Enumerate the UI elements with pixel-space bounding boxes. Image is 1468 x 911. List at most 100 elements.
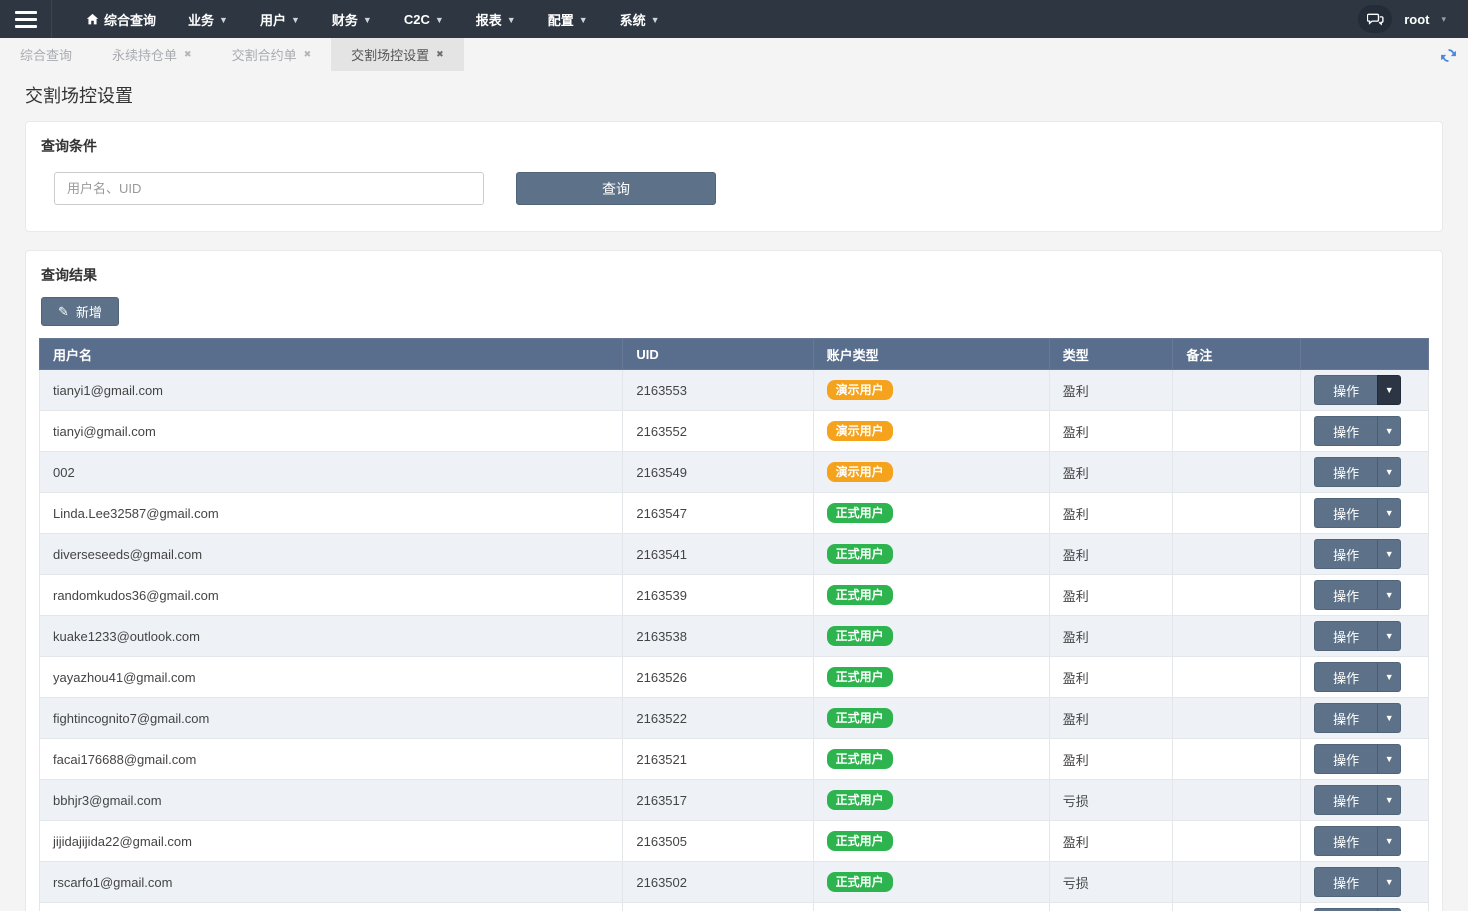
table-row: diverseseeds@gmail.com2163541正式用户盈利操作▼ — [40, 534, 1429, 575]
action-dropdown-button[interactable]: ▼ — [1377, 375, 1401, 405]
action-button[interactable]: 操作 — [1314, 498, 1377, 528]
refresh-button[interactable] — [1436, 43, 1460, 67]
close-icon[interactable]: ✖ — [436, 49, 444, 60]
remark-cell — [1173, 616, 1301, 657]
search-input[interactable] — [54, 172, 484, 205]
action-button[interactable]: 操作 — [1314, 621, 1377, 651]
add-button[interactable]: ✎ 新增 — [41, 297, 119, 326]
action-dropdown-button[interactable]: ▼ — [1377, 867, 1401, 897]
results-table: 用户名UID账户类型类型备注 tianyi1@gmail.com2163553演… — [39, 338, 1429, 911]
user-menu[interactable]: root — [1404, 12, 1429, 27]
nav-item-label: 系统 — [620, 10, 646, 29]
table-row: rscarfo1@gmail.com2163502正式用户亏损操作▼ — [40, 862, 1429, 903]
action-dropdown-button[interactable]: ▼ — [1377, 457, 1401, 487]
action-button[interactable]: 操作 — [1314, 826, 1377, 856]
search-button[interactable]: 查询 — [516, 172, 716, 205]
account-type-badge: 正式用户 — [827, 544, 893, 564]
home-icon — [86, 13, 99, 26]
type-cell: 盈利 — [1049, 657, 1173, 698]
account-type-badge: 演示用户 — [827, 462, 893, 482]
nav-item-label: 用户 — [260, 10, 286, 29]
column-header — [1301, 339, 1429, 370]
table-row: facai176688@gmail.com2163521正式用户盈利操作▼ — [40, 739, 1429, 780]
nav-item-0[interactable]: 综合查询 — [74, 0, 168, 38]
column-header: 类型 — [1049, 339, 1173, 370]
remark-cell — [1173, 739, 1301, 780]
tab-0[interactable]: 综合查询 — [0, 38, 92, 71]
account-type-badge: 正式用户 — [827, 503, 893, 523]
nav-item-5[interactable]: 报表 ▼ — [464, 0, 528, 38]
action-cell: 操作▼ — [1301, 698, 1429, 739]
nav-item-label: 业务 — [188, 10, 214, 29]
type-cell: 盈利 — [1049, 616, 1173, 657]
nav-item-label: 报表 — [476, 10, 502, 29]
type-cell: 盈利 — [1049, 411, 1173, 452]
uid-cell: 2163505 — [623, 821, 813, 862]
tab-1[interactable]: 永续持仓单✖ — [92, 38, 212, 71]
username-cell: 002 — [40, 452, 623, 493]
action-button[interactable]: 操作 — [1314, 867, 1377, 897]
username-cell: Linda.Lee32587@gmail.com — [40, 493, 623, 534]
action-cell: 操作▼ — [1301, 370, 1429, 411]
nav-item-2[interactable]: 用户 ▼ — [248, 0, 312, 38]
action-button[interactable]: 操作 — [1314, 539, 1377, 569]
action-cell: 操作▼ — [1301, 903, 1429, 911]
close-icon[interactable]: ✖ — [304, 49, 312, 60]
username-cell: facai176688@gmail.com — [40, 739, 623, 780]
action-cell: 操作▼ — [1301, 862, 1429, 903]
action-button[interactable]: 操作 — [1314, 703, 1377, 733]
account-type-badge: 正式用户 — [827, 667, 893, 687]
refresh-icon — [1440, 47, 1457, 64]
account-type-badge: 正式用户 — [827, 585, 893, 605]
chevron-down-icon: ▼ — [651, 15, 660, 25]
nav-item-1[interactable]: 业务 ▼ — [176, 0, 240, 38]
navbar-right: root ▾ — [1358, 5, 1468, 33]
action-button[interactable]: 操作 — [1314, 744, 1377, 774]
table-row: Linda.Lee32587@gmail.com2163547正式用户盈利操作▼ — [40, 493, 1429, 534]
nav-item-6[interactable]: 配置▼ — [536, 0, 600, 38]
type-cell: 盈利 — [1049, 698, 1173, 739]
action-dropdown-button[interactable]: ▼ — [1377, 662, 1401, 692]
uid-cell: 2163501 — [623, 903, 813, 911]
action-button[interactable]: 操作 — [1314, 662, 1377, 692]
action-button[interactable]: 操作 — [1314, 416, 1377, 446]
action-dropdown-button[interactable]: ▼ — [1377, 621, 1401, 651]
action-button[interactable]: 操作 — [1314, 580, 1377, 610]
user-caret-icon[interactable]: ▾ — [1441, 14, 1446, 25]
close-icon[interactable]: ✖ — [184, 49, 192, 60]
uid-cell: 2163502 — [623, 862, 813, 903]
action-dropdown-button[interactable]: ▼ — [1377, 785, 1401, 815]
tab-2[interactable]: 交割合约单✖ — [212, 38, 332, 71]
hamburger-menu-icon[interactable] — [0, 0, 52, 38]
action-dropdown-button[interactable]: ▼ — [1377, 826, 1401, 856]
nav-item-3[interactable]: 财务▼ — [320, 0, 384, 38]
action-dropdown-button[interactable]: ▼ — [1377, 539, 1401, 569]
action-dropdown-button[interactable]: ▼ — [1377, 416, 1401, 446]
remark-cell — [1173, 575, 1301, 616]
action-dropdown-button[interactable]: ▼ — [1377, 703, 1401, 733]
action-dropdown-button[interactable]: ▼ — [1377, 498, 1401, 528]
action-dropdown-button[interactable]: ▼ — [1377, 580, 1401, 610]
nav-item-7[interactable]: 系统 ▼ — [608, 0, 672, 38]
chevron-down-icon: ▼ — [219, 15, 228, 25]
messages-button[interactable] — [1358, 5, 1392, 33]
username-cell: jijidajijida22@gmail.com — [40, 821, 623, 862]
action-button[interactable]: 操作 — [1314, 375, 1377, 405]
action-cell: 操作▼ — [1301, 739, 1429, 780]
nav-item-c2c[interactable]: C2C▼ — [392, 0, 456, 38]
uid-cell: 2163517 — [623, 780, 813, 821]
account-type-cell: 正式用户 — [813, 903, 1049, 911]
tab-3[interactable]: 交割场控设置✖ — [331, 38, 464, 71]
action-cell: 操作▼ — [1301, 616, 1429, 657]
chevron-down-icon: ▼ — [363, 15, 372, 25]
username-cell: kuake1233@outlook.com — [40, 616, 623, 657]
chevron-down-icon: ▼ — [291, 15, 300, 25]
action-button[interactable]: 操作 — [1314, 457, 1377, 487]
chevron-down-icon: ▼ — [507, 15, 516, 25]
action-button[interactable]: 操作 — [1314, 785, 1377, 815]
action-cell: 操作▼ — [1301, 821, 1429, 862]
action-dropdown-button[interactable]: ▼ — [1377, 744, 1401, 774]
action-cell: 操作▼ — [1301, 411, 1429, 452]
uid-cell: 2163522 — [623, 698, 813, 739]
remark-cell — [1173, 657, 1301, 698]
